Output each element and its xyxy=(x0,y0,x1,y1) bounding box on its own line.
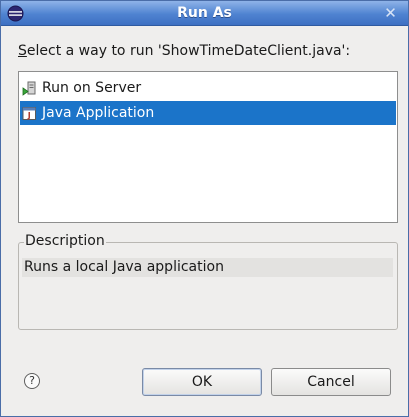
list-item-label: Java Application xyxy=(42,105,155,121)
help-icon[interactable]: ? xyxy=(24,373,40,389)
description-text: Runs a local Java application xyxy=(22,258,393,277)
ok-button[interactable]: OK xyxy=(142,368,262,396)
run-options-list[interactable]: Run on Server J Java Application xyxy=(18,71,398,223)
list-item-run-on-server[interactable]: Run on Server xyxy=(20,76,396,100)
description-heading: Description xyxy=(24,233,106,249)
list-item-label: Run on Server xyxy=(42,80,142,96)
java-application-icon: J xyxy=(22,107,36,120)
title-bar[interactable]: Run As ✕ xyxy=(1,1,408,26)
svg-text:J: J xyxy=(27,111,31,120)
prompt-text: elect a way to run 'ShowTimeDateClient.j… xyxy=(26,43,351,59)
run-as-dialog: Run As ✕ Select a way to run 'ShowTimeDa… xyxy=(0,0,409,417)
cancel-button[interactable]: Cancel xyxy=(271,368,391,396)
close-icon[interactable]: ✕ xyxy=(381,4,400,23)
prompt-mnemonic: S xyxy=(18,43,27,59)
description-group: Description Runs a local Java applicatio… xyxy=(18,233,398,330)
window-title: Run As xyxy=(177,5,232,21)
list-item-java-application[interactable]: J Java Application xyxy=(20,101,396,125)
run-on-server-icon xyxy=(22,81,36,96)
run-prompt-label: Select a way to run 'ShowTimeDateClient.… xyxy=(18,43,350,59)
